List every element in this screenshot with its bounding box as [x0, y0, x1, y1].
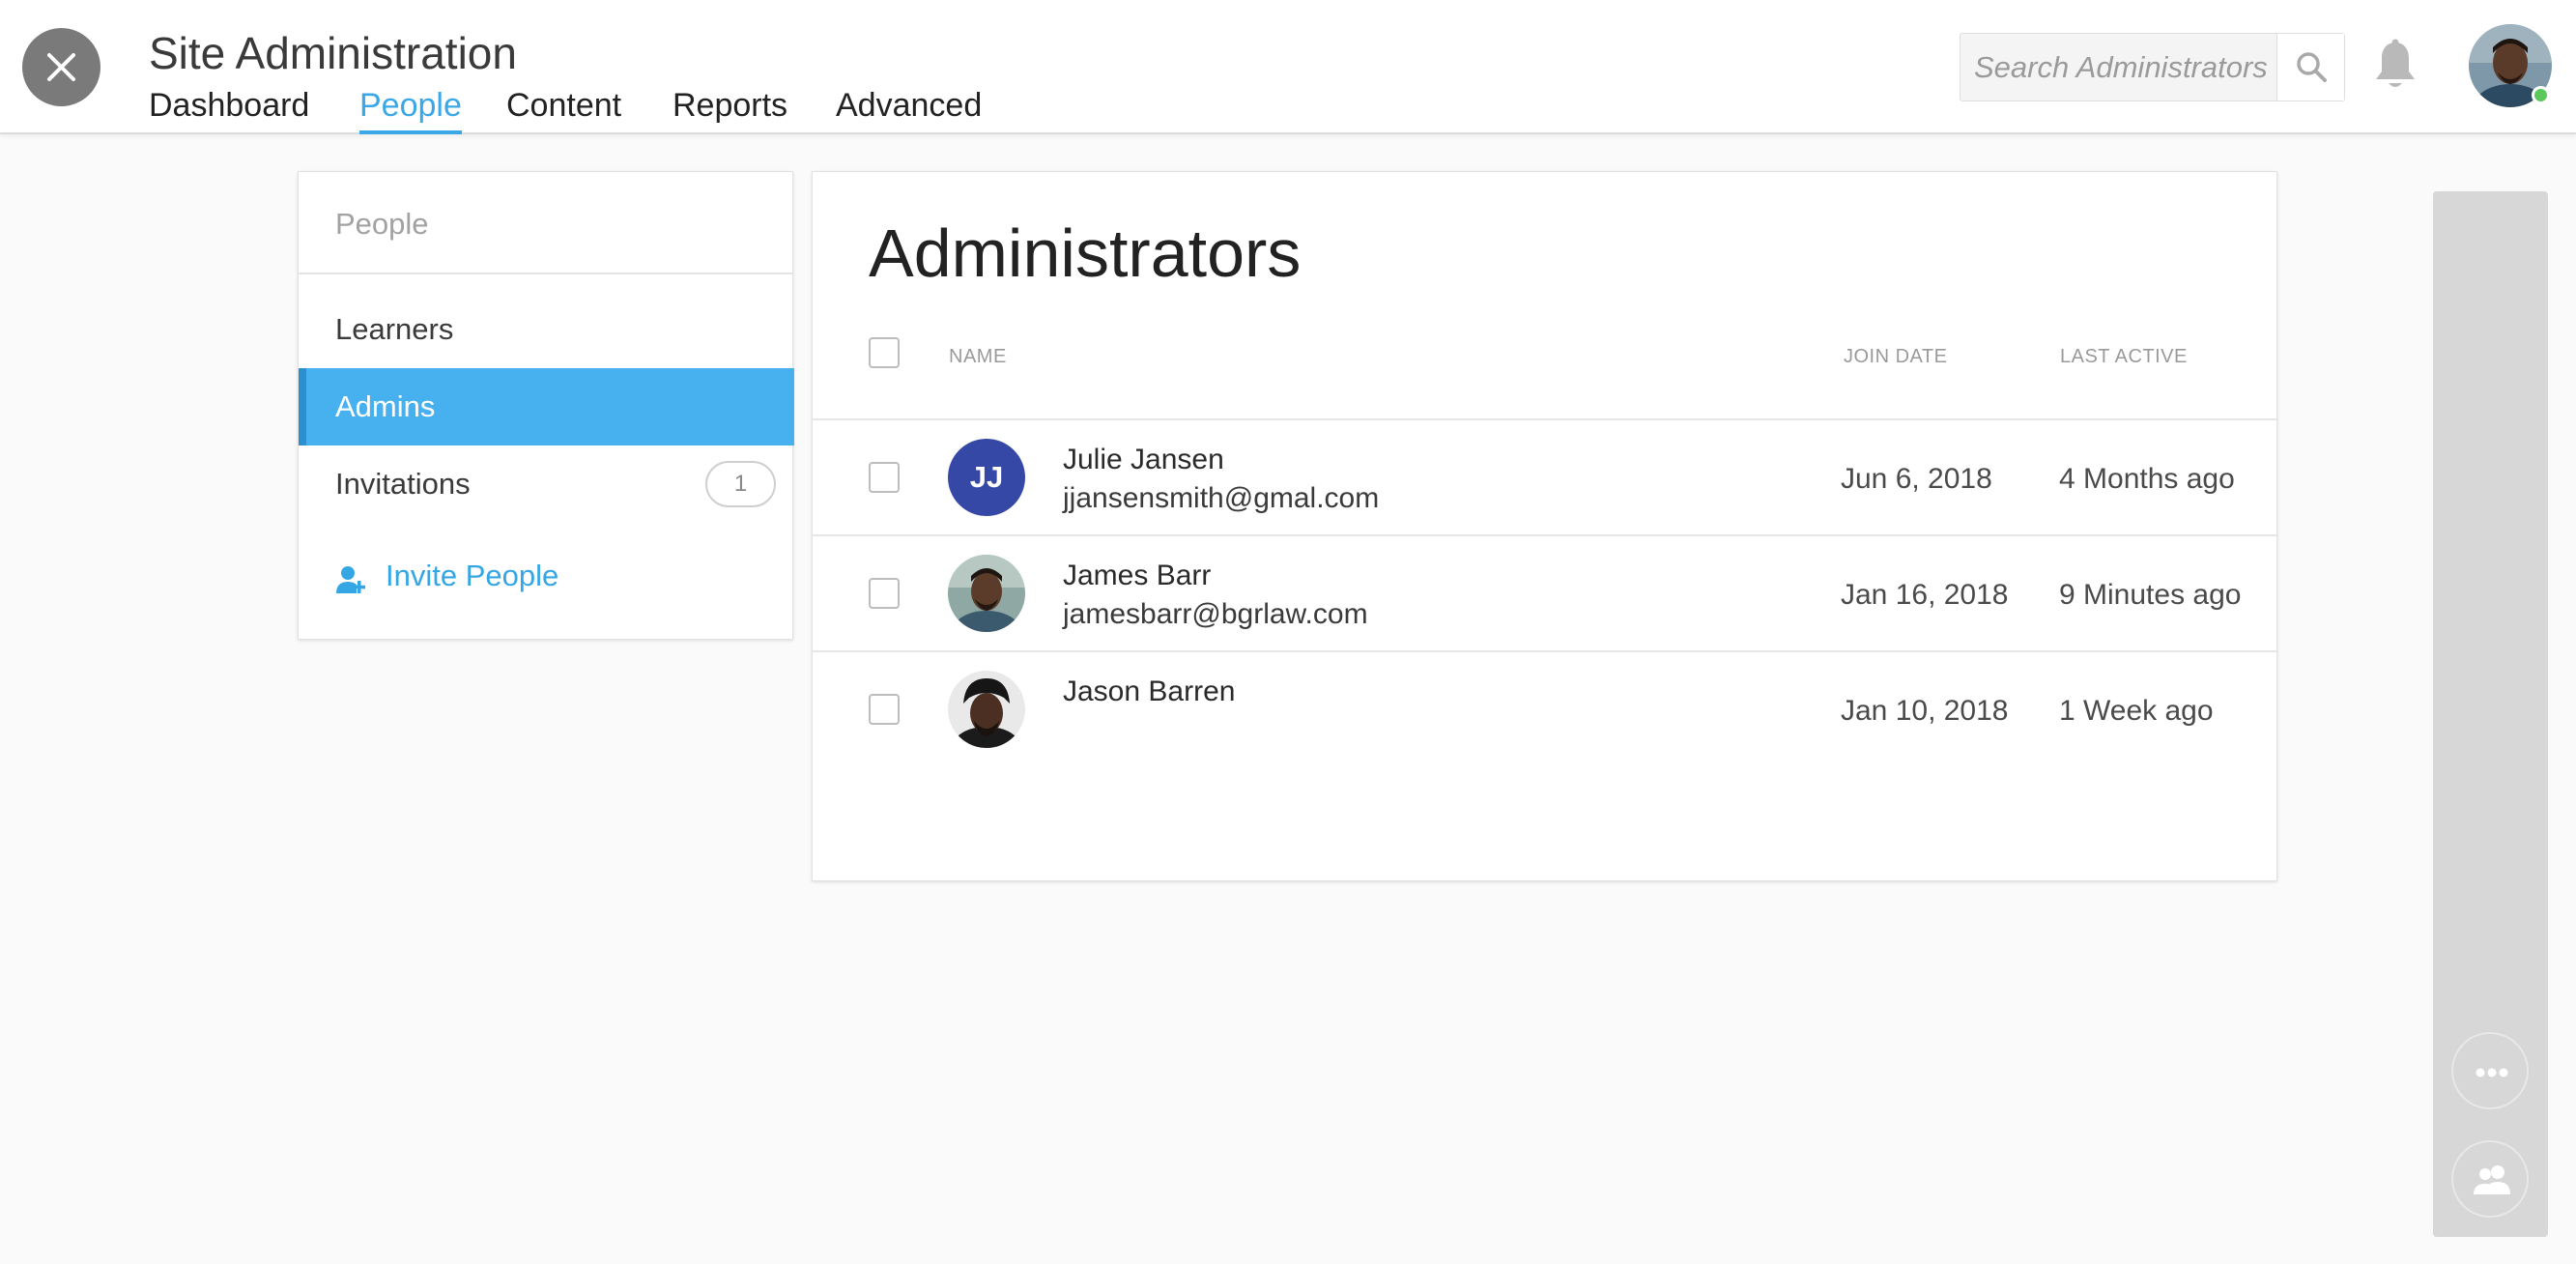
invite-people-label: Invite People — [386, 559, 559, 592]
tab-reports[interactable]: Reports — [673, 83, 787, 134]
group-button[interactable] — [2451, 1140, 2529, 1218]
close-button[interactable] — [22, 28, 100, 106]
sidebar-item-learners[interactable]: Learners — [299, 291, 794, 368]
last-active: 9 Minutes ago — [2059, 579, 2242, 611]
avatar: JJ — [948, 439, 1025, 516]
search-box — [1960, 33, 2345, 101]
notifications-button[interactable] — [2372, 39, 2419, 98]
last-active: 1 Week ago — [2059, 695, 2214, 727]
sidebar-item-label: Learners — [335, 312, 454, 346]
people-sidebar: People Learners Admins Invitations 1 Inv… — [298, 171, 794, 640]
avatar — [948, 671, 1025, 748]
more-options-button[interactable] — [2451, 1032, 2529, 1109]
row-checkbox[interactable] — [869, 694, 900, 725]
table-row[interactable]: Jason Barren Jan 10, 2018 1 Week ago — [813, 652, 2278, 766]
bell-icon — [2376, 39, 2415, 87]
search-button[interactable] — [2276, 34, 2344, 101]
right-rail — [2433, 191, 2548, 1237]
admin-name: Jason Barren — [1063, 675, 1236, 707]
sidebar-item-admins[interactable]: Admins — [299, 368, 794, 445]
join-date: Jun 6, 2018 — [1841, 463, 1992, 495]
select-all-checkbox[interactable] — [869, 337, 900, 368]
sidebar-item-label: Admins — [335, 389, 436, 423]
sidebar-heading: People — [335, 207, 429, 241]
last-active: 4 Months ago — [2059, 463, 2235, 495]
more-icon — [2476, 1068, 2508, 1077]
sidebar-item-invitations[interactable]: Invitations 1 — [299, 445, 794, 523]
close-icon — [47, 53, 75, 81]
sidebar-divider — [299, 273, 794, 274]
admin-email: jjansensmith@gmal.com — [1063, 482, 1380, 514]
admin-name: James Barr — [1063, 560, 1212, 591]
top-header: Site Administration Dashboard People Con… — [0, 0, 2576, 134]
admin-email: jamesbarr@bgrlaw.com — [1063, 598, 1368, 630]
invitations-count-badge: 1 — [705, 461, 776, 507]
row-checkbox[interactable] — [869, 462, 900, 493]
group-icon — [2474, 1165, 2510, 1194]
join-date: Jan 16, 2018 — [1841, 579, 2009, 611]
table-row[interactable]: JJ Julie Jansen jjansensmith@gmal.com Ju… — [813, 420, 2278, 534]
avatar-photo — [948, 555, 1025, 632]
search-input[interactable] — [1961, 34, 2277, 101]
tab-advanced[interactable]: Advanced — [836, 83, 982, 134]
admin-name: Julie Jansen — [1063, 444, 1224, 475]
tab-dashboard[interactable]: Dashboard — [149, 83, 309, 134]
tab-content[interactable]: Content — [506, 83, 621, 134]
section-title: Administrators — [869, 215, 1302, 291]
online-status-indicator — [2532, 86, 2550, 104]
page-title: Site Administration — [149, 28, 517, 78]
search-icon — [2297, 52, 2327, 82]
column-header-name[interactable]: NAME — [949, 346, 1007, 368]
column-header-last-active[interactable]: LAST ACTIVE — [2060, 346, 2188, 368]
column-header-join-date[interactable]: JOIN DATE — [1844, 346, 1947, 368]
tab-people[interactable]: People — [359, 83, 462, 134]
add-person-icon — [336, 566, 365, 593]
row-checkbox[interactable] — [869, 578, 900, 609]
sidebar-item-label: Invitations — [335, 467, 471, 501]
administrators-panel: Administrators NAME JOIN DATE LAST ACTIV… — [812, 171, 2278, 881]
join-date: Jan 10, 2018 — [1841, 695, 2009, 727]
table-row[interactable]: James Barr jamesbarr@bgrlaw.com Jan 16, … — [813, 536, 2278, 650]
avatar-photo — [948, 671, 1025, 748]
avatar — [948, 555, 1025, 632]
